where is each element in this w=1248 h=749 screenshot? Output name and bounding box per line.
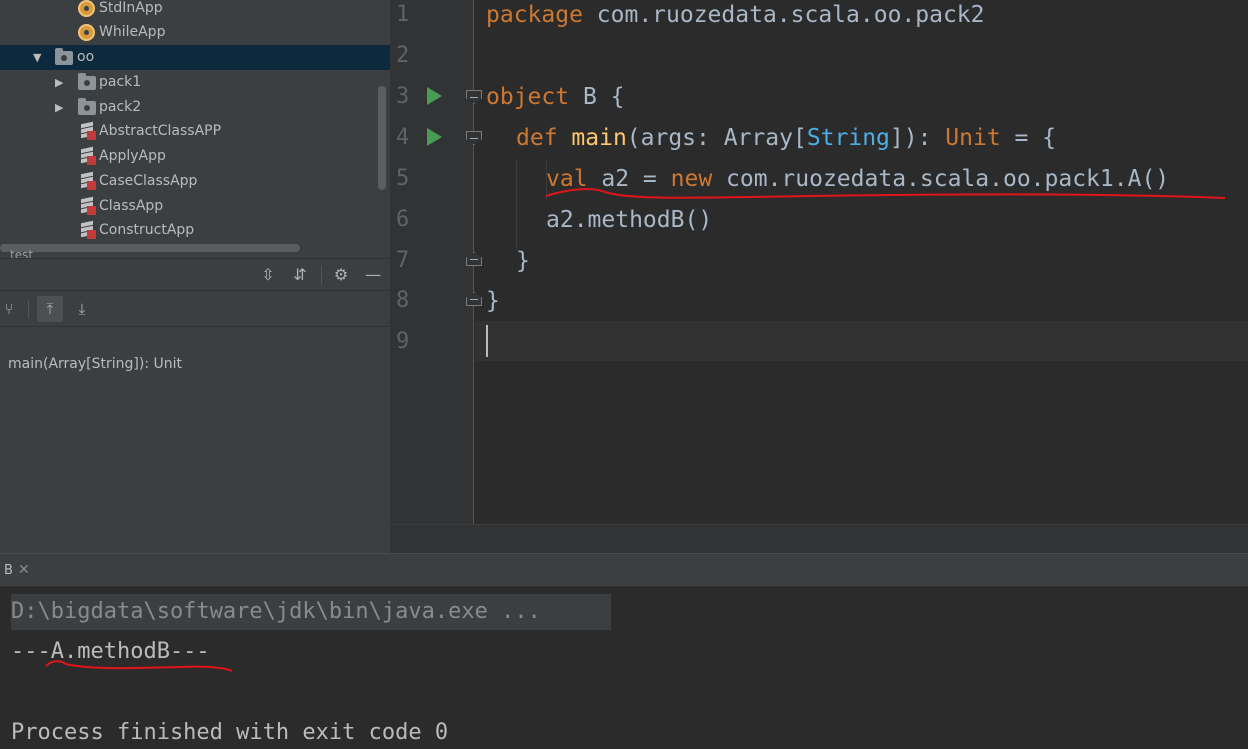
scala-file-icon	[79, 220, 96, 239]
text-caret	[486, 325, 488, 357]
tree-item-pack1[interactable]: ▶ pack1	[0, 70, 390, 95]
current-line-highlight	[475, 321, 1248, 361]
scala-file-icon	[79, 121, 96, 140]
line-number: 7	[396, 248, 410, 273]
tree-item-label: CaseClassApp	[99, 173, 198, 189]
scala-file-icon	[79, 171, 96, 190]
tree-item-label: StdInApp	[99, 0, 163, 16]
tree-item-stdinapp[interactable]: StdInApp	[0, 0, 390, 21]
run-panel: B ✕ D:\bigdata\software\jdk\bin\java.exe…	[0, 553, 1248, 749]
package-folder-icon	[78, 98, 96, 115]
tree-item-label: AbstractClassAPP	[99, 123, 222, 139]
scala-object-icon	[78, 24, 95, 41]
package-folder-icon	[55, 48, 73, 65]
tree-item-label: ConstructApp	[99, 222, 195, 238]
package-folder-icon	[78, 73, 96, 90]
collapse-all-icon[interactable]: ⇵	[290, 265, 310, 285]
code-text: }	[486, 288, 500, 314]
tree-item-pack2[interactable]: ▶ pack2	[0, 95, 390, 120]
tree-item-applyapp[interactable]: ApplyApp	[0, 144, 390, 169]
tree-item-whileapp[interactable]: WhileApp	[0, 20, 390, 45]
line-number: 9	[396, 329, 410, 354]
tree-item-label: oo	[77, 49, 95, 65]
gear-icon[interactable]: ⚙	[331, 265, 351, 285]
code-line-7: }	[516, 246, 530, 276]
tree-item-constructapp[interactable]: ConstructApp	[0, 218, 390, 243]
scala-object-icon	[78, 0, 95, 17]
console-exit-line: Process finished with exit code 0	[11, 720, 449, 745]
sort-up-icon[interactable]: ⤒	[37, 296, 63, 322]
scala-file-icon	[79, 146, 96, 165]
tree-item-label: ApplyApp	[99, 148, 166, 164]
code-editor[interactable]: 1 2 3 4 5 6 7 8 9 package com.ruozedata.…	[390, 0, 1248, 553]
tree-item-label: ClassApp	[99, 198, 164, 214]
minimize-icon[interactable]: —	[363, 265, 383, 285]
project-tree: StdInApp WhileApp ▼ oo ▶ pack1 ▶ pack2 A…	[0, 0, 390, 258]
tree-item-label: pack1	[99, 74, 142, 90]
tree-horizontal-scrollbar[interactable]	[0, 244, 300, 252]
sort-down-icon[interactable]: ⤓	[69, 296, 95, 322]
tree-item-oo[interactable]: ▼ oo	[0, 45, 390, 70]
red-underline-annotation	[45, 660, 233, 672]
hierarchy-icon[interactable]: ⑂	[0, 296, 22, 322]
line-number: 8	[396, 288, 410, 313]
code-line-8: }	[486, 286, 500, 316]
scala-file-icon	[79, 196, 96, 215]
collapsed-arrow-icon[interactable]: ▶	[55, 95, 63, 120]
expanded-arrow-icon[interactable]: ▼	[33, 45, 41, 70]
editor-breadcrumb-bar	[390, 524, 1248, 553]
header-divider	[321, 266, 322, 284]
code-text: }	[516, 248, 530, 274]
red-underline-annotation	[545, 188, 1226, 199]
structure-toolbar: ⑂ ⤒ ⤓	[0, 291, 390, 327]
structure-header: ⇳ ⇵ ⚙ —	[0, 259, 390, 291]
collapsed-arrow-icon[interactable]: ▶	[55, 70, 63, 95]
tree-vertical-scrollbar[interactable]	[378, 86, 386, 190]
tree-item-classapp[interactable]: ClassApp	[0, 194, 390, 219]
toolbar-divider	[28, 300, 29, 318]
tree-item-label-partial: test	[10, 248, 34, 258]
tree-item-label: pack2	[99, 99, 142, 115]
tree-item-caseclassapp[interactable]: CaseClassApp	[0, 169, 390, 194]
structure-panel: ⇳ ⇵ ⚙ — ⑂ ⤒ ⤓ main(Array[String]): Unit	[0, 258, 390, 553]
expand-all-icon[interactable]: ⇳	[258, 265, 278, 285]
tree-item-abstractclassapp[interactable]: AbstractClassAPP	[0, 119, 390, 144]
structure-item-main[interactable]: main(Array[String]): Unit	[8, 356, 182, 372]
tree-item-label: WhileApp	[99, 24, 166, 40]
